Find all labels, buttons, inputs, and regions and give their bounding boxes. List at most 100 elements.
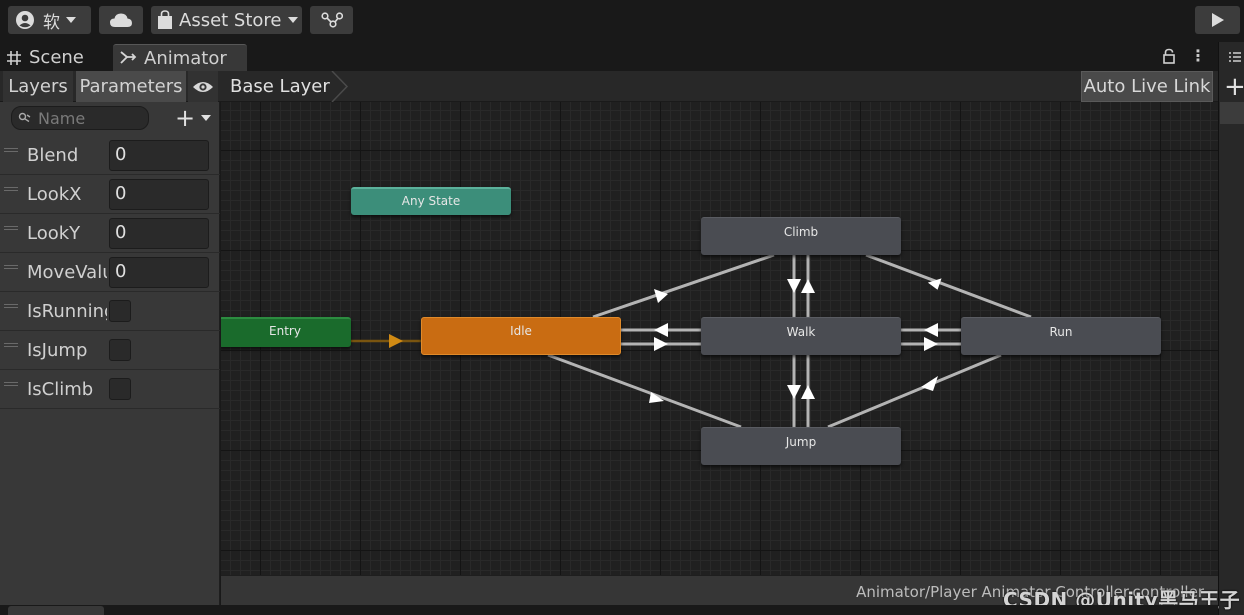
- lock-icon[interactable]: [1162, 48, 1176, 64]
- auto-live-link-label: Auto Live Link: [1083, 76, 1211, 97]
- parameter-name: LookX: [27, 184, 82, 205]
- main-toolbar: 软 Asset Store: [0, 0, 1244, 42]
- list-icon[interactable]: [1228, 50, 1242, 64]
- inspector-edge: [1218, 42, 1244, 615]
- breadcrumb[interactable]: Base Layer: [221, 71, 330, 102]
- play-icon: [1211, 13, 1224, 27]
- asset-store-label: Asset Store: [179, 9, 282, 31]
- state-label: Jump: [785, 435, 817, 449]
- parameter-value-input[interactable]: 0: [109, 218, 209, 249]
- parameter-name: IsJump: [27, 340, 88, 361]
- parameter-row: MoveValue 0: [0, 253, 220, 292]
- tab-animator-label: Animator: [144, 47, 227, 69]
- transition-arrowhead: [654, 337, 668, 351]
- drag-handle-icon[interactable]: [4, 226, 18, 230]
- eye-icon: [193, 81, 213, 92]
- drag-handle-icon[interactable]: [4, 148, 18, 152]
- transition-arrow[interactable]: [547, 353, 742, 429]
- inspector-scroll-handle[interactable]: [1220, 102, 1244, 124]
- parameters-panel: Name + Blend 0 LookX 0 LookY 0 MoveValue…: [0, 102, 220, 615]
- drag-handle-icon[interactable]: [4, 382, 18, 386]
- search-icon: [18, 112, 31, 123]
- transition-arrowhead: [654, 323, 668, 337]
- state-label: Any State: [401, 194, 461, 208]
- state-label: Idle: [510, 324, 532, 338]
- parameter-name: IsRunning: [27, 301, 107, 322]
- parameter-row: IsClimb: [0, 370, 220, 409]
- parameter-checkbox[interactable]: [109, 300, 131, 322]
- account-label: 软: [43, 12, 60, 33]
- chevron-down-icon: [66, 17, 76, 23]
- transition-arrowhead: [801, 279, 815, 293]
- chevron-down-icon: [287, 17, 298, 23]
- state-label: Run: [1049, 325, 1073, 339]
- parameter-search-input[interactable]: Name: [11, 106, 149, 130]
- state-node-idle[interactable]: Idle: [421, 317, 621, 355]
- transition-arrow[interactable]: [827, 353, 1002, 429]
- state-node-walk[interactable]: Walk: [701, 317, 901, 355]
- tab-scene[interactable]: Scene: [0, 44, 110, 71]
- transition-arrowhead: [924, 323, 938, 337]
- state-node-any-state[interactable]: Any State: [351, 187, 511, 215]
- tab-parameters-label: Parameters: [79, 76, 183, 97]
- default-transition-arrowhead: [389, 334, 403, 348]
- asset-store-button[interactable]: Asset Store: [151, 6, 302, 34]
- breadcrumb-base-layer: Base Layer: [230, 76, 330, 97]
- search-placeholder: Name: [38, 108, 86, 128]
- state-label: Entry: [269, 324, 301, 338]
- parameter-value-input[interactable]: 0: [109, 257, 209, 288]
- play-button[interactable]: [1195, 6, 1240, 34]
- state-node-run[interactable]: Run: [961, 317, 1161, 355]
- transition-arrow[interactable]: [592, 253, 775, 319]
- kebab-menu-icon[interactable]: ⋮: [1190, 48, 1206, 64]
- state-machine-graph[interactable]: Any State Entry Idle Climb Walk Run Jump: [221, 102, 1218, 575]
- parameter-list: Blend 0 LookX 0 LookY 0 MoveValue 0 IsRu…: [0, 136, 220, 409]
- animator-icon: [120, 51, 137, 64]
- parameter-row: Blend 0: [0, 136, 220, 175]
- transition-arrowhead: [787, 279, 801, 293]
- bag-icon: [158, 10, 172, 29]
- grid-icon: [7, 50, 21, 65]
- add-parameter-button[interactable]: +: [175, 104, 215, 132]
- cloud-icon: [110, 13, 132, 27]
- parameter-name: MoveValue: [27, 262, 107, 283]
- state-node-jump[interactable]: Jump: [701, 427, 901, 465]
- tab-layers-label: Layers: [8, 76, 68, 97]
- tab-layers[interactable]: Layers: [3, 71, 73, 102]
- drag-handle-icon[interactable]: [4, 304, 18, 308]
- parameter-checkbox[interactable]: [109, 339, 131, 361]
- transition-arrowhead: [801, 385, 815, 399]
- drag-handle-icon[interactable]: [4, 343, 18, 347]
- chevron-down-icon: [201, 115, 212, 121]
- state-label: Walk: [786, 325, 816, 339]
- window-tab-bar: Scene Animator: [0, 42, 1218, 71]
- drag-handle-icon[interactable]: [4, 187, 18, 191]
- drag-handle-icon[interactable]: [4, 265, 18, 269]
- breadcrumb-separator-icon: [331, 71, 349, 102]
- account-icon: [16, 11, 34, 29]
- animator-subbar: Layers Parameters Base Layer Auto Live L…: [0, 71, 1218, 102]
- collab-icon: [320, 12, 343, 28]
- state-node-entry[interactable]: Entry: [221, 317, 351, 347]
- state-node-climb[interactable]: Climb: [701, 217, 901, 255]
- auto-live-link-button[interactable]: Auto Live Link: [1081, 71, 1213, 102]
- tab-scene-label: Scene: [29, 47, 84, 68]
- collab-button[interactable]: [310, 6, 353, 34]
- tab-animator[interactable]: Animator: [113, 44, 247, 71]
- eye-toggle-button[interactable]: [188, 71, 218, 102]
- parameter-value-input[interactable]: 0: [109, 140, 209, 171]
- parameter-value-input[interactable]: 0: [109, 179, 209, 210]
- parameter-checkbox[interactable]: [109, 378, 131, 400]
- bottom-panel-edge: [0, 605, 1218, 615]
- plus-icon: +: [175, 104, 196, 132]
- account-button[interactable]: 软: [8, 6, 91, 34]
- parameter-row: IsJump: [0, 331, 220, 370]
- cloud-button[interactable]: [99, 6, 143, 34]
- parameter-row: IsRunning: [0, 292, 220, 331]
- transition-arrow[interactable]: [865, 253, 1032, 319]
- parameter-name: LookY: [27, 223, 81, 244]
- tab-parameters[interactable]: Parameters: [76, 71, 186, 102]
- bottom-panel-tab[interactable]: [8, 606, 104, 615]
- parameter-name: IsClimb: [27, 379, 94, 400]
- plus-icon[interactable]: +: [1224, 74, 1244, 100]
